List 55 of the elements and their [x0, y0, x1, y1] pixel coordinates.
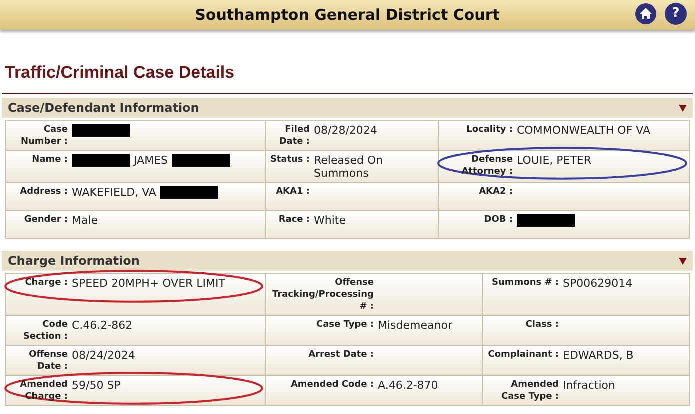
- help-button[interactable]: ?: [665, 3, 687, 25]
- field-label: Class :: [524, 319, 559, 332]
- field-value: Male: [72, 214, 98, 227]
- redaction-bar: [160, 186, 218, 199]
- field-label: AKA2 :: [478, 186, 513, 199]
- redaction-bar: [72, 154, 130, 167]
- field-value: WAKEFIELD, VA: [72, 186, 156, 199]
- redaction-bar: [517, 214, 575, 227]
- field-value: White: [314, 214, 346, 227]
- field-label: Charge :: [24, 277, 68, 290]
- field-label: Locality :: [466, 124, 513, 137]
- field-label: Code Section :: [22, 319, 68, 343]
- section-header[interactable]: Case/Defendant Information: [2, 98, 693, 118]
- field-label: AKA1 :: [275, 186, 310, 199]
- section-title: Charge Information: [8, 253, 140, 270]
- field-label: Race :: [278, 214, 310, 227]
- field-label: Case Number :: [20, 124, 68, 148]
- field-label: Amended Code :: [290, 379, 374, 392]
- field-label: Address :: [19, 186, 68, 199]
- field-label: Summons # :: [491, 277, 559, 290]
- field-label: Complainant :: [487, 349, 559, 362]
- field-value: JAMES: [134, 154, 168, 167]
- section-title: Case/Defendant Information: [8, 100, 200, 117]
- field-value: SP00629014: [563, 277, 633, 290]
- field-label: DOB :: [483, 214, 513, 227]
- field-label: Arrest Date :: [308, 349, 374, 362]
- field-value: 08/28/2024: [314, 124, 378, 137]
- page-title: Traffic/Criminal Case Details: [5, 63, 235, 83]
- collapse-triangle-icon[interactable]: [679, 258, 687, 264]
- field-value: 59/50 SP: [72, 379, 121, 392]
- field-label: Offense Date :: [28, 349, 68, 373]
- field-value: Released On Summons: [314, 154, 384, 180]
- field-label: Filed Date :: [278, 124, 310, 148]
- redaction-bar: [172, 154, 230, 167]
- court-title: Southampton General District Court: [195, 4, 500, 26]
- field-value: A.46.2-870: [378, 379, 438, 392]
- field-value: Misdemeanor: [378, 319, 452, 332]
- field-value: C.46.2-862: [72, 319, 133, 332]
- field-value: SPEED 20MPH+ OVER LIMIT: [72, 277, 226, 290]
- home-icon[interactable]: [635, 3, 657, 25]
- redaction-bar: [72, 124, 130, 137]
- section-header[interactable]: Charge Information: [2, 251, 693, 271]
- field-value: COMMONWEALTH OF VA: [517, 124, 650, 137]
- field-label: Name :: [31, 154, 68, 167]
- field-label: Status :: [270, 154, 310, 167]
- field-label: Case Type :: [316, 319, 374, 332]
- field-label: Amended Case Type :: [500, 379, 559, 403]
- field-label: Defense Attorney :: [460, 154, 513, 179]
- collapse-triangle-icon[interactable]: [679, 104, 687, 112]
- field-value: 08/24/2024: [72, 349, 136, 362]
- field-value: LOUIE, PETER: [517, 154, 592, 167]
- field-value: EDWARDS, B: [563, 349, 634, 362]
- field-value: Infraction: [563, 379, 616, 392]
- field-label: Offense Tracking/Processing # :: [271, 277, 374, 313]
- field-label: Gender :: [23, 214, 68, 227]
